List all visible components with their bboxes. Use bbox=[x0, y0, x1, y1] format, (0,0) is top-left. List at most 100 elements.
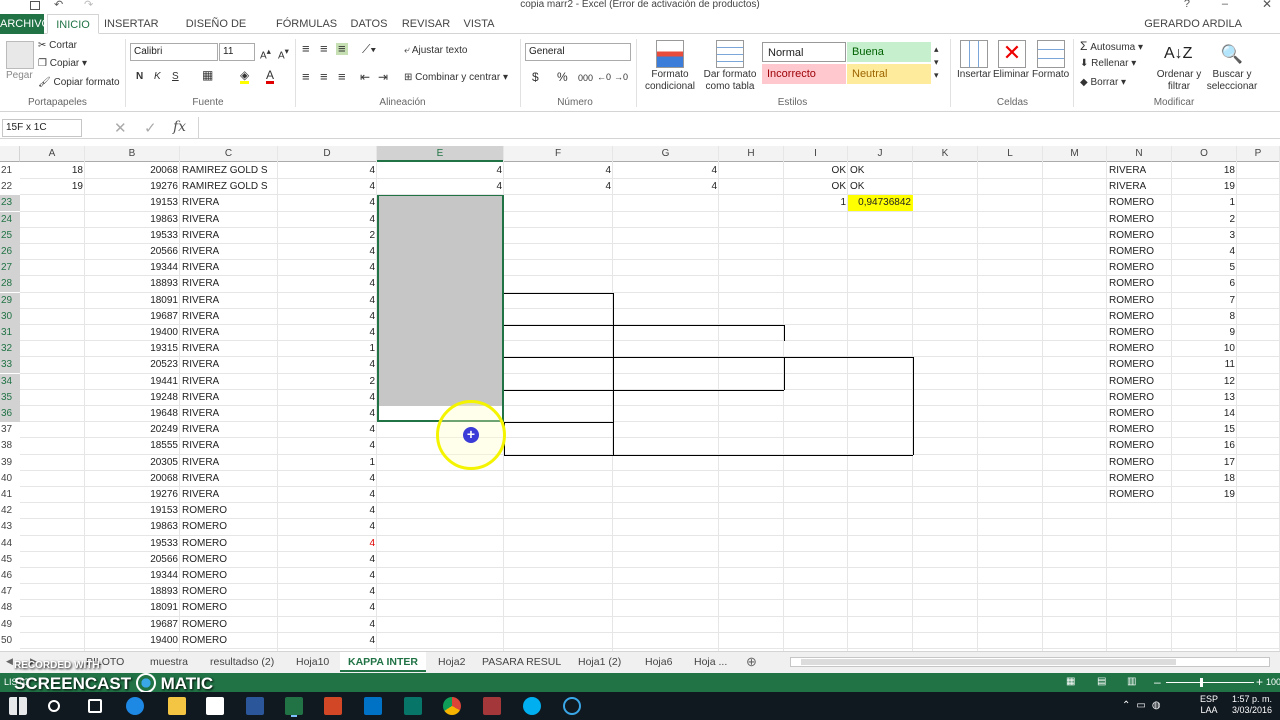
search-icon[interactable] bbox=[48, 700, 60, 712]
cell-c45[interactable]: ROMERO bbox=[180, 552, 278, 568]
cell-b33[interactable]: 20523 bbox=[85, 357, 180, 373]
align-left-icon[interactable]: ≡ bbox=[302, 70, 310, 83]
tab-diseno[interactable]: DISEÑO DE PÁGINA bbox=[168, 14, 264, 50]
cell-j21[interactable]: OK bbox=[848, 163, 913, 179]
cell-n41[interactable]: ROMERO bbox=[1107, 487, 1172, 503]
store-icon[interactable] bbox=[206, 697, 224, 715]
format-as-table-icon[interactable] bbox=[716, 40, 744, 68]
cell-b22[interactable]: 19276 bbox=[85, 179, 180, 195]
cell-d43[interactable]: 4 bbox=[278, 519, 377, 535]
cell-o40[interactable]: 18 bbox=[1172, 471, 1237, 487]
row-header-26[interactable]: 26 bbox=[0, 244, 20, 260]
cell-b41[interactable]: 19276 bbox=[85, 487, 180, 503]
user-name[interactable]: GERARDO ARDILA bbox=[1144, 16, 1242, 32]
format-painter-button[interactable]: 🖌 Copiar formato bbox=[38, 77, 120, 89]
cell-b28[interactable]: 18893 bbox=[85, 276, 180, 292]
cell-c25[interactable]: RIVERA bbox=[180, 228, 278, 244]
cell-b46[interactable]: 19344 bbox=[85, 568, 180, 584]
cell-a22[interactable]: 19 bbox=[20, 179, 85, 195]
cell-n31[interactable]: ROMERO bbox=[1107, 325, 1172, 341]
cell-i23[interactable]: 1 bbox=[784, 195, 848, 211]
cell-o41[interactable]: 19 bbox=[1172, 487, 1237, 503]
cell-n36[interactable]: ROMERO bbox=[1107, 406, 1172, 422]
row-header-28[interactable]: 28 bbox=[0, 276, 20, 293]
cell-n35[interactable]: ROMERO bbox=[1107, 390, 1172, 406]
sheet-tab-hoja1-2-[interactable]: Hoja1 (2) bbox=[578, 652, 621, 672]
column-header-l[interactable]: L bbox=[978, 146, 1043, 162]
cell-b32[interactable]: 19315 bbox=[85, 341, 180, 357]
cell-i22[interactable]: OK bbox=[784, 179, 848, 195]
cell-o33[interactable]: 11 bbox=[1172, 357, 1237, 373]
clear-button[interactable]: ◆ Borrar ▾ bbox=[1080, 77, 1126, 89]
paste-button[interactable]: Pegar bbox=[6, 70, 33, 82]
access-icon[interactable] bbox=[483, 697, 501, 715]
cell-o39[interactable]: 17 bbox=[1172, 455, 1237, 471]
row-header-37[interactable]: 37 bbox=[0, 422, 20, 438]
row-header-33[interactable]: 33 bbox=[0, 357, 20, 374]
cell-o23[interactable]: 1 bbox=[1172, 195, 1237, 211]
cell-d32[interactable]: 1 bbox=[278, 341, 377, 357]
cell-j23[interactable]: 0,94736842 bbox=[848, 195, 913, 212]
cell-o37[interactable]: 15 bbox=[1172, 422, 1237, 438]
font-size-select[interactable]: 11 bbox=[219, 43, 255, 61]
cell-o25[interactable]: 3 bbox=[1172, 228, 1237, 244]
decrease-decimal-icon[interactable]: →0 bbox=[614, 71, 628, 83]
tab-formulas[interactable]: FÓRMULAS bbox=[276, 14, 337, 34]
worksheet-grid[interactable]: ABCDEFGHIJKLMNOP 21 18 20068 RAMIREZ GOLD S… bbox=[0, 146, 1280, 651]
increase-decimal-icon[interactable]: ←0 bbox=[597, 71, 611, 83]
cell-d22[interactable]: 4 bbox=[278, 179, 377, 195]
cell-d33[interactable]: 4 bbox=[278, 357, 377, 373]
cell-d24[interactable]: 4 bbox=[278, 212, 377, 228]
style-bad[interactable]: Incorrecto bbox=[762, 64, 846, 84]
cell-d49[interactable]: 4 bbox=[278, 617, 377, 633]
cell-c37[interactable]: RIVERA bbox=[180, 422, 278, 438]
cell-o22[interactable]: 19 bbox=[1172, 179, 1237, 195]
cell-e21[interactable]: 4 bbox=[377, 163, 504, 179]
row-header-36[interactable]: 36 bbox=[0, 406, 20, 422]
cell-d37[interactable]: 4 bbox=[278, 422, 377, 438]
cell-n29[interactable]: ROMERO bbox=[1107, 293, 1172, 309]
cell-d45[interactable]: 4 bbox=[278, 552, 377, 568]
cell-n38[interactable]: ROMERO bbox=[1107, 438, 1172, 454]
cell-n30[interactable]: ROMERO bbox=[1107, 309, 1172, 325]
select-all-corner[interactable] bbox=[0, 146, 20, 162]
delete-cells-icon[interactable]: ✕ bbox=[998, 40, 1026, 68]
column-header-o[interactable]: O bbox=[1172, 146, 1237, 162]
cancel-icon[interactable]: ✕ bbox=[114, 119, 127, 137]
align-middle-icon[interactable]: ≡ bbox=[320, 42, 328, 55]
outlook-icon[interactable] bbox=[364, 697, 382, 715]
enter-icon[interactable]: ✓ bbox=[144, 119, 157, 137]
column-header-m[interactable]: M bbox=[1043, 146, 1107, 162]
row-header-50[interactable]: 50 bbox=[0, 633, 20, 649]
find-select-icon[interactable]: 🔍 bbox=[1218, 40, 1246, 68]
cell-b26[interactable]: 20566 bbox=[85, 244, 180, 260]
increase-indent-icon[interactable]: ⇥ bbox=[378, 71, 388, 83]
cell-d39[interactable]: 1 bbox=[278, 455, 377, 471]
cell-b47[interactable]: 18893 bbox=[85, 584, 180, 600]
cell-o26[interactable]: 4 bbox=[1172, 244, 1237, 260]
cell-n23[interactable]: ROMERO bbox=[1107, 195, 1172, 211]
undo-icon[interactable]: ↶ bbox=[54, 0, 63, 11]
row-header-49[interactable]: 49 bbox=[0, 617, 20, 633]
cell-o30[interactable]: 8 bbox=[1172, 309, 1237, 325]
row-header-38[interactable]: 38 bbox=[0, 438, 20, 454]
cell-n28[interactable]: ROMERO bbox=[1107, 276, 1172, 292]
cell-o27[interactable]: 5 bbox=[1172, 260, 1237, 276]
cell-c26[interactable]: RIVERA bbox=[180, 244, 278, 260]
insert-function-icon[interactable]: fx bbox=[173, 119, 186, 135]
sheet-tab-hoja10[interactable]: Hoja10 bbox=[296, 652, 329, 672]
align-right-icon[interactable]: ≡ bbox=[338, 70, 346, 83]
cell-b50[interactable]: 19400 bbox=[85, 633, 180, 649]
page-break-icon[interactable]: ▥ bbox=[1127, 676, 1136, 687]
formula-input[interactable] bbox=[198, 117, 1280, 138]
zoom-level[interactable]: 100 bbox=[1266, 677, 1280, 687]
row-header-43[interactable]: 43 bbox=[0, 519, 20, 535]
column-header-c[interactable]: C bbox=[180, 146, 278, 162]
cell-d27[interactable]: 4 bbox=[278, 260, 377, 276]
cell-d29[interactable]: 4 bbox=[278, 293, 377, 309]
help-icon[interactable]: ? bbox=[1184, 0, 1190, 10]
bold-button[interactable]: N bbox=[136, 71, 143, 83]
page-layout-icon[interactable]: ▤ bbox=[1097, 676, 1106, 687]
cell-d23[interactable]: 4 bbox=[278, 195, 377, 211]
add-sheet-icon[interactable]: ⊕ bbox=[746, 654, 757, 670]
